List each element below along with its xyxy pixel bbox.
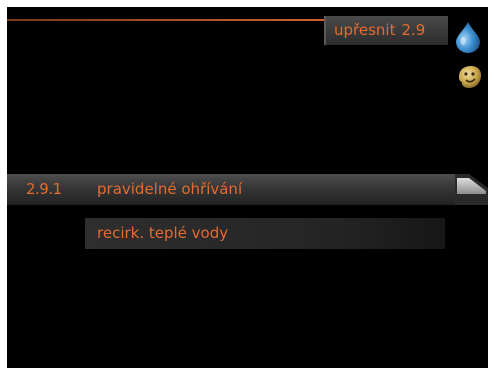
- menu-item-label: pravidelné ohřívání: [97, 180, 243, 198]
- display-screen: upřesnit 2.9 2.9.1 pravidelné ohřívání r…: [7, 7, 488, 368]
- title-rule: [7, 19, 326, 21]
- menu-title: upřesnit 2.9: [324, 16, 448, 45]
- selection-tab: [455, 174, 488, 205]
- menu-item-recirk-teple-vody[interactable]: recirk. teplé vody: [7, 218, 488, 249]
- menu-item-number: 2.9.1: [26, 180, 62, 198]
- menu-title-number: 2.9: [401, 21, 426, 39]
- menu-item-label: recirk. teplé vody: [97, 224, 229, 242]
- menu-item-pravidelne-ohrivani[interactable]: 2.9.1 pravidelné ohřívání: [7, 174, 488, 205]
- smiley-face-icon: [459, 66, 482, 88]
- water-drop-icon: [456, 22, 480, 53]
- menu-title-text: upřesnit: [334, 21, 396, 39]
